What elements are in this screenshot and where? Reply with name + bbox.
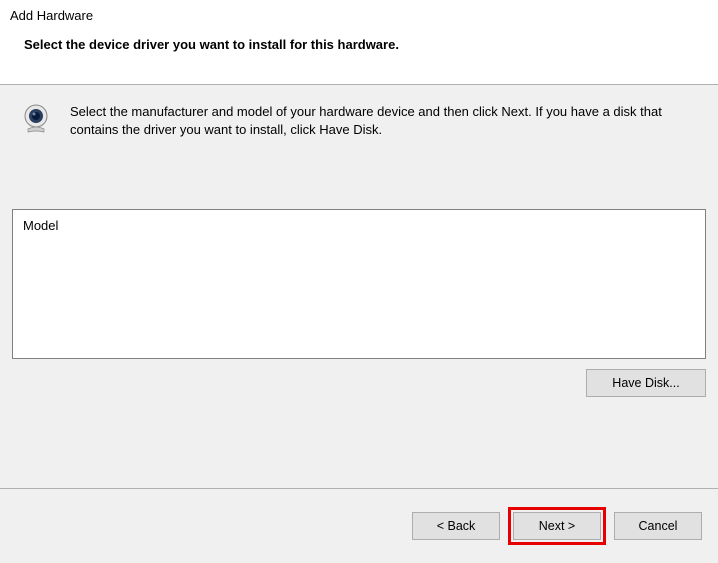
have-disk-button[interactable]: Have Disk... [586,369,706,397]
back-button[interactable]: < Back [412,512,500,540]
instruction-text: Select the manufacturer and model of you… [70,103,696,139]
add-hardware-wizard: Add Hardware Select the device driver yo… [0,0,718,563]
webcam-icon [20,103,52,135]
footer: < Back Next > Cancel [0,489,718,563]
header: Add Hardware Select the device driver yo… [0,0,718,52]
body: Select the manufacturer and model of you… [0,85,718,488]
have-disk-row: Have Disk... [12,369,706,397]
model-listbox[interactable]: Model [12,209,706,359]
cancel-button[interactable]: Cancel [614,512,702,540]
model-column-header: Model [23,218,695,233]
page-subtitle: Select the device driver you want to ins… [10,37,708,52]
next-button-highlight: Next > [508,507,606,545]
next-button[interactable]: Next > [513,512,601,540]
instruction-row: Select the manufacturer and model of you… [12,103,706,139]
window-title: Add Hardware [10,8,708,23]
